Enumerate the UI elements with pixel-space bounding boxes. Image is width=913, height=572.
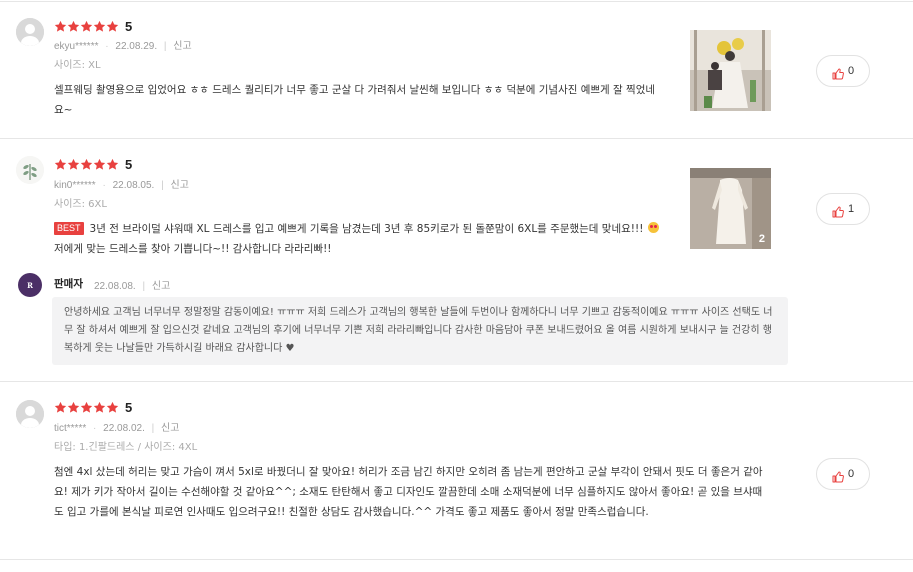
star-rating: 5 xyxy=(54,18,132,34)
star-icon xyxy=(54,401,67,414)
star-icon xyxy=(54,20,67,33)
star-icon xyxy=(93,20,106,33)
like-button[interactable]: 0 xyxy=(816,55,870,87)
star-icon xyxy=(93,401,106,414)
star-icon xyxy=(67,158,80,171)
star-icon xyxy=(80,158,93,171)
product-option: 사이즈: 6XL xyxy=(54,199,107,210)
review-meta: kin0****** · 22.08.05. | 신고 xyxy=(54,180,189,191)
rating-score: 5 xyxy=(125,156,133,172)
top-divider xyxy=(0,1,913,2)
report-link[interactable]: 신고 xyxy=(173,41,191,52)
thumbs-up-icon xyxy=(832,468,844,483)
rating-score: 5 xyxy=(125,18,133,34)
like-count: 0 xyxy=(847,468,855,480)
report-link[interactable]: 신고 xyxy=(152,281,170,292)
review-text: 셀프웨딩 촬영용으로 입었어요 ㅎㅎ 드레스 퀄리티가 너무 좋고 군살 다 가… xyxy=(54,84,656,116)
best-badge: BEST xyxy=(54,222,84,235)
seller-name: 판매자 xyxy=(54,278,83,290)
heart-eyes-emoji-icon xyxy=(647,222,659,233)
review-text: BEST 3년 전 브라이덜 샤워때 XL 드레스를 입고 예쁘게 기록을 남겼는… xyxy=(54,219,660,259)
review-photo[interactable] xyxy=(690,30,771,111)
review-photo[interactable]: 2 xyxy=(690,168,771,249)
report-link[interactable]: 신고 xyxy=(171,180,189,191)
review-text-part: 저에게 맞는 드레스를 찾아 기쁩니다~!! 감사합니다 라라리빠!! xyxy=(54,243,332,255)
product-option: 타입: 1.긴팔드레스 / 사이즈: 4XL xyxy=(54,442,198,453)
review-meta: tict***** · 22.08.02. | 신고 xyxy=(54,423,180,434)
review-divider xyxy=(0,559,913,560)
star-icon xyxy=(80,401,93,414)
report-link[interactable]: 신고 xyxy=(161,423,179,434)
review-date: 22.08.29. xyxy=(115,41,158,52)
product-option: 사이즈: XL xyxy=(54,60,101,71)
default-user-icon xyxy=(16,18,44,46)
seller-reply-text: 안녕하세요 고객님 너무너무 정말정말 감동이예요! ㅠㅠㅠ 저희 드레스가 고… xyxy=(52,297,788,365)
thumbs-up-icon xyxy=(832,203,844,218)
star-icon xyxy=(67,20,80,33)
reviewer-id: kin0****** xyxy=(54,180,96,191)
default-user-icon xyxy=(16,400,44,428)
star-icon xyxy=(67,401,80,414)
star-icon xyxy=(106,158,119,171)
review-date: 22.08.05. xyxy=(112,180,155,191)
star-icon xyxy=(80,20,93,33)
like-count: 0 xyxy=(847,65,855,77)
star-icon xyxy=(54,158,67,171)
review-divider xyxy=(0,381,913,382)
reply-meta: 22.08.08. | 신고 xyxy=(94,281,171,292)
thumbs-up-icon xyxy=(832,65,844,80)
star-rating: 5 xyxy=(54,399,132,415)
reply-date: 22.08.08. xyxy=(94,281,136,292)
reviewer-id: tict***** xyxy=(54,423,87,434)
seller-logo: R xyxy=(18,273,42,297)
review-divider xyxy=(0,138,913,139)
review-date: 22.08.02. xyxy=(103,423,145,434)
star-icon xyxy=(93,158,106,171)
review-text-part: 3년 전 브라이덜 샤워때 XL 드레스를 입고 예쁘게 기록을 남겼는데 3년… xyxy=(89,223,644,235)
review-meta: ekyu****** · 22.08.29. | 신고 xyxy=(54,41,192,52)
plant-avatar-icon xyxy=(16,156,44,184)
reviewer-id: ekyu****** xyxy=(54,41,99,52)
like-button[interactable]: 1 xyxy=(816,193,870,225)
review-text: 첨엔 4xl 샀는데 허리는 맞고 가슴이 껴서 5xl로 바꿨더니 잘 맞아요… xyxy=(54,466,763,518)
like-count: 1 xyxy=(847,203,855,215)
star-icon xyxy=(106,20,119,33)
like-button[interactable]: 0 xyxy=(816,458,870,490)
rating-score: 5 xyxy=(125,399,133,415)
star-rating: 5 xyxy=(54,156,132,172)
star-icon xyxy=(106,401,119,414)
photo-count: 2 xyxy=(758,233,765,245)
